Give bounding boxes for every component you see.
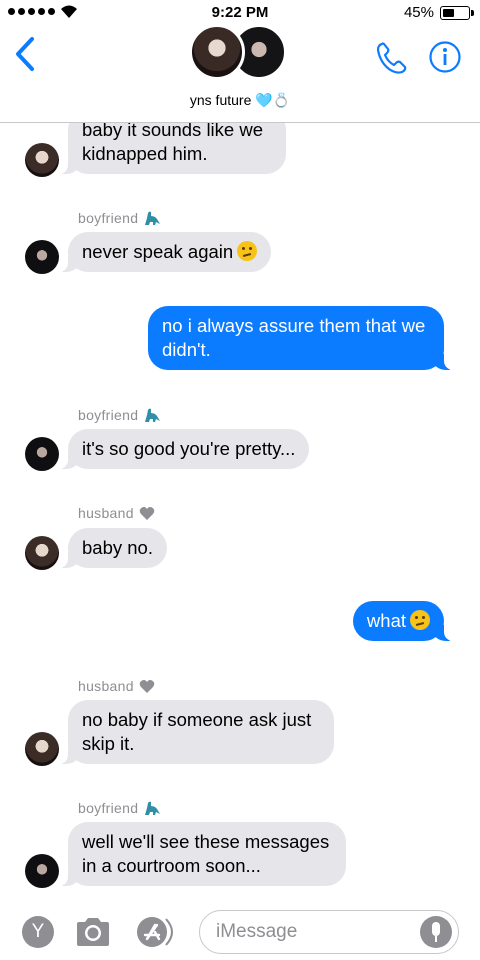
sender-label: boyfriend — [78, 407, 161, 423]
dinosaur-icon — [145, 211, 161, 225]
outgoing-message-bubble[interactable]: what — [352, 601, 455, 641]
message-input-field[interactable] — [199, 910, 459, 954]
message-text: what — [366, 610, 406, 631]
message-text: it's so good you're pretty... — [82, 438, 296, 459]
message-text: baby no. — [82, 537, 153, 558]
avatar[interactable] — [25, 732, 59, 766]
avatar[interactable] — [25, 143, 59, 177]
incoming-message-bubble[interactable]: well we'll see these messages in a court… — [58, 822, 346, 886]
sender-label: boyfriend — [78, 800, 161, 816]
camera-icon[interactable] — [74, 916, 112, 948]
microphone-icon[interactable] — [420, 916, 452, 948]
sender-label: boyfriend — [78, 210, 161, 226]
group-name[interactable]: yns future 🩵💍 — [0, 92, 480, 109]
message-input[interactable] — [216, 919, 406, 945]
message-text: no i always assure them that we didn't. — [162, 315, 426, 360]
message-text: no baby if someone ask just skip it. — [82, 709, 312, 754]
message-text: well we'll see these messages in a court… — [82, 831, 330, 876]
avatar[interactable] — [25, 240, 59, 274]
message-text: baby it sounds like we kidnapped him. — [82, 119, 263, 164]
avatar[interactable] — [25, 854, 59, 888]
avatar[interactable] — [25, 536, 59, 570]
avatar[interactable] — [25, 437, 59, 471]
conversation-header: yns future 🩵💍 — [0, 22, 480, 123]
grey-heart-icon — [139, 679, 155, 693]
phone-icon[interactable] — [374, 40, 410, 76]
sender-label: husband — [78, 678, 155, 694]
incoming-message-bubble[interactable]: no baby if someone ask just skip it. — [58, 700, 334, 764]
dinosaur-icon — [145, 408, 161, 422]
compose-bar: Y — [0, 900, 480, 960]
sender-label: husband — [78, 505, 155, 521]
info-icon[interactable] — [428, 40, 462, 74]
group-avatar-stack[interactable] — [189, 22, 289, 82]
incoming-message-bubble[interactable]: never speak again — [57, 232, 272, 272]
app-store-icon[interactable] — [136, 916, 180, 948]
back-chevron-icon[interactable] — [14, 36, 36, 72]
app-drawer-button[interactable]: Y — [22, 916, 54, 948]
confused-face-icon — [237, 241, 258, 261]
confused-face-icon — [410, 610, 430, 630]
dinosaur-icon — [145, 801, 161, 815]
message-thread[interactable]: baby it sounds like we kidnapped him. bo… — [0, 0, 480, 960]
incoming-message-bubble[interactable]: it's so good you're pretty... — [57, 429, 310, 469]
avatar — [189, 24, 245, 80]
message-text: never speak again — [82, 241, 234, 262]
grey-heart-icon — [139, 506, 155, 520]
incoming-message-bubble[interactable]: baby no. — [58, 528, 167, 568]
outgoing-message-bubble[interactable]: no i always assure them that we didn't. — [148, 306, 454, 370]
